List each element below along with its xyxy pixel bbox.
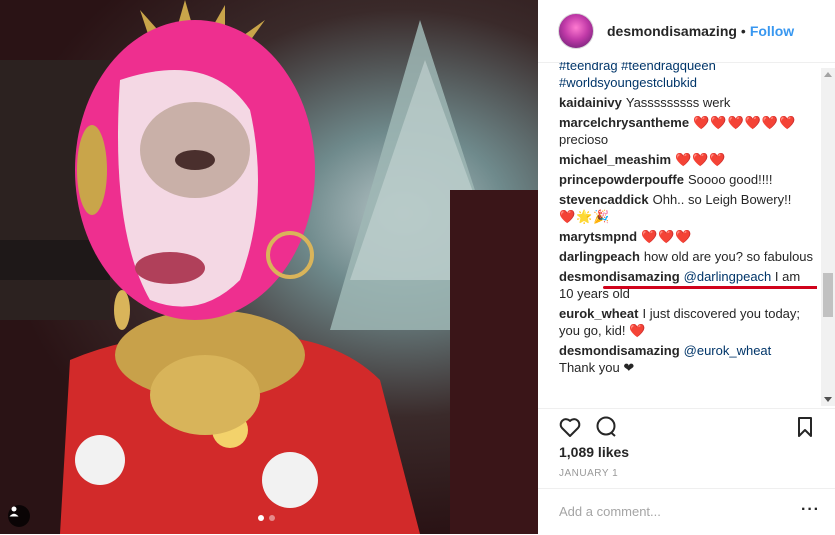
user-tag-icon[interactable] [8,505,30,527]
hashtags[interactable]: #teendrag #teendragqueen #worldsyoungest… [559,62,716,90]
mention-link[interactable]: @eurok_wheat [684,343,772,358]
comment-username[interactable]: marytsmpnd [559,229,637,244]
comment-item: desmondisamazing @eurok_wheat Thank you ❤ [559,342,817,376]
comment-item: michael_meashim ❤️❤️❤️ [559,151,817,168]
action-bar [538,408,835,449]
comment-username[interactable]: eurok_wheat [559,306,638,321]
comment-text: precioso [559,132,609,147]
more-options-icon[interactable]: ··· [801,501,820,519]
heart-emoji-icon: ❤️ [629,323,647,338]
mention-link[interactable]: @darlingpeach [684,269,772,284]
comment-username[interactable]: stevencaddick [559,192,649,207]
comment-item: kaidainivy Yasssssssss werk [559,94,817,111]
scrollbar-thumb[interactable] [823,273,833,317]
comment-username[interactable]: desmondisamazing [559,269,680,284]
comment-item: marcelchrysantheme ❤️❤️❤️❤️❤️❤️ precioso [559,114,817,148]
emoji-icons: ❤️🌟🎉 [559,209,611,224]
carousel-dot [258,515,264,521]
add-comment-input[interactable]: Add a comment... [559,504,661,519]
comment-icon[interactable] [594,415,618,444]
bookmark-icon[interactable] [794,415,816,444]
comment-item: eurok_wheat I just discovered you today; … [559,305,817,339]
comment-text: Thank you ❤ [559,360,635,375]
post-details-panel: desmondisamazing • Follow #teendrag #tee… [538,0,835,534]
add-comment-bar: Add a comment... ··· [538,488,835,535]
header-separator: • [740,23,746,39]
comment-username[interactable]: michael_meashim [559,152,671,167]
likes-count[interactable]: 1,089 likes [559,444,629,460]
carousel-dot [269,515,275,521]
red-underline-annotation [603,286,817,289]
caption-hashtags: #teendrag #teendragqueen #worldsyoungest… [559,62,817,91]
post-username[interactable]: desmondisamazing [607,23,737,39]
photo-illustration [0,0,538,534]
comment-text: how old are you? so fabulous [643,249,814,264]
comment-username[interactable]: marcelchrysantheme [559,115,689,130]
scroll-up-arrow-icon[interactable] [824,72,832,77]
heart-emoji-icons: ❤️❤️❤️ [641,229,693,244]
comment-text: Ohh.. so Leigh Bowery!! [652,192,792,207]
post-date[interactable]: JANUARY 1 [559,468,618,479]
comment-username[interactable]: darlingpeach [559,249,640,264]
heart-icon[interactable] [558,415,582,444]
heart-emoji-icons: ❤️❤️❤️ [675,152,727,167]
avatar[interactable] [558,13,594,49]
post-header: desmondisamazing • Follow [538,0,835,63]
comment-item: stevencaddick Ohh.. so Leigh Bowery!! ❤️🌟… [559,191,817,225]
follow-button[interactable]: Follow [750,23,794,39]
comment-text: Soooo good!!!! [687,172,773,187]
comment-username[interactable]: kaidainivy [559,95,622,110]
comment-username[interactable]: princepowderpouffe [559,172,684,187]
comment-item: princepowderpouffe Soooo good!!!! [559,171,817,188]
post-photo[interactable] [0,0,538,534]
comments-list[interactable]: #teendrag #teendragqueen #worldsyoungest… [559,62,817,408]
heart-emoji-icons: ❤️❤️❤️❤️❤️❤️ [693,115,797,130]
comment-text: Yasssssssss werk [625,95,731,110]
comment-item: desmondisamazing @darlingpeach I am 10 ye… [559,268,817,302]
comments-scrollbar[interactable] [821,68,835,406]
comment-username[interactable]: desmondisamazing [559,343,680,358]
scroll-down-arrow-icon[interactable] [824,397,832,402]
comment-item: marytsmpnd ❤️❤️❤️ [559,228,817,245]
comment-item: darlingpeach how old are you? so fabulous [559,248,817,265]
carousel-indicator [258,515,275,521]
